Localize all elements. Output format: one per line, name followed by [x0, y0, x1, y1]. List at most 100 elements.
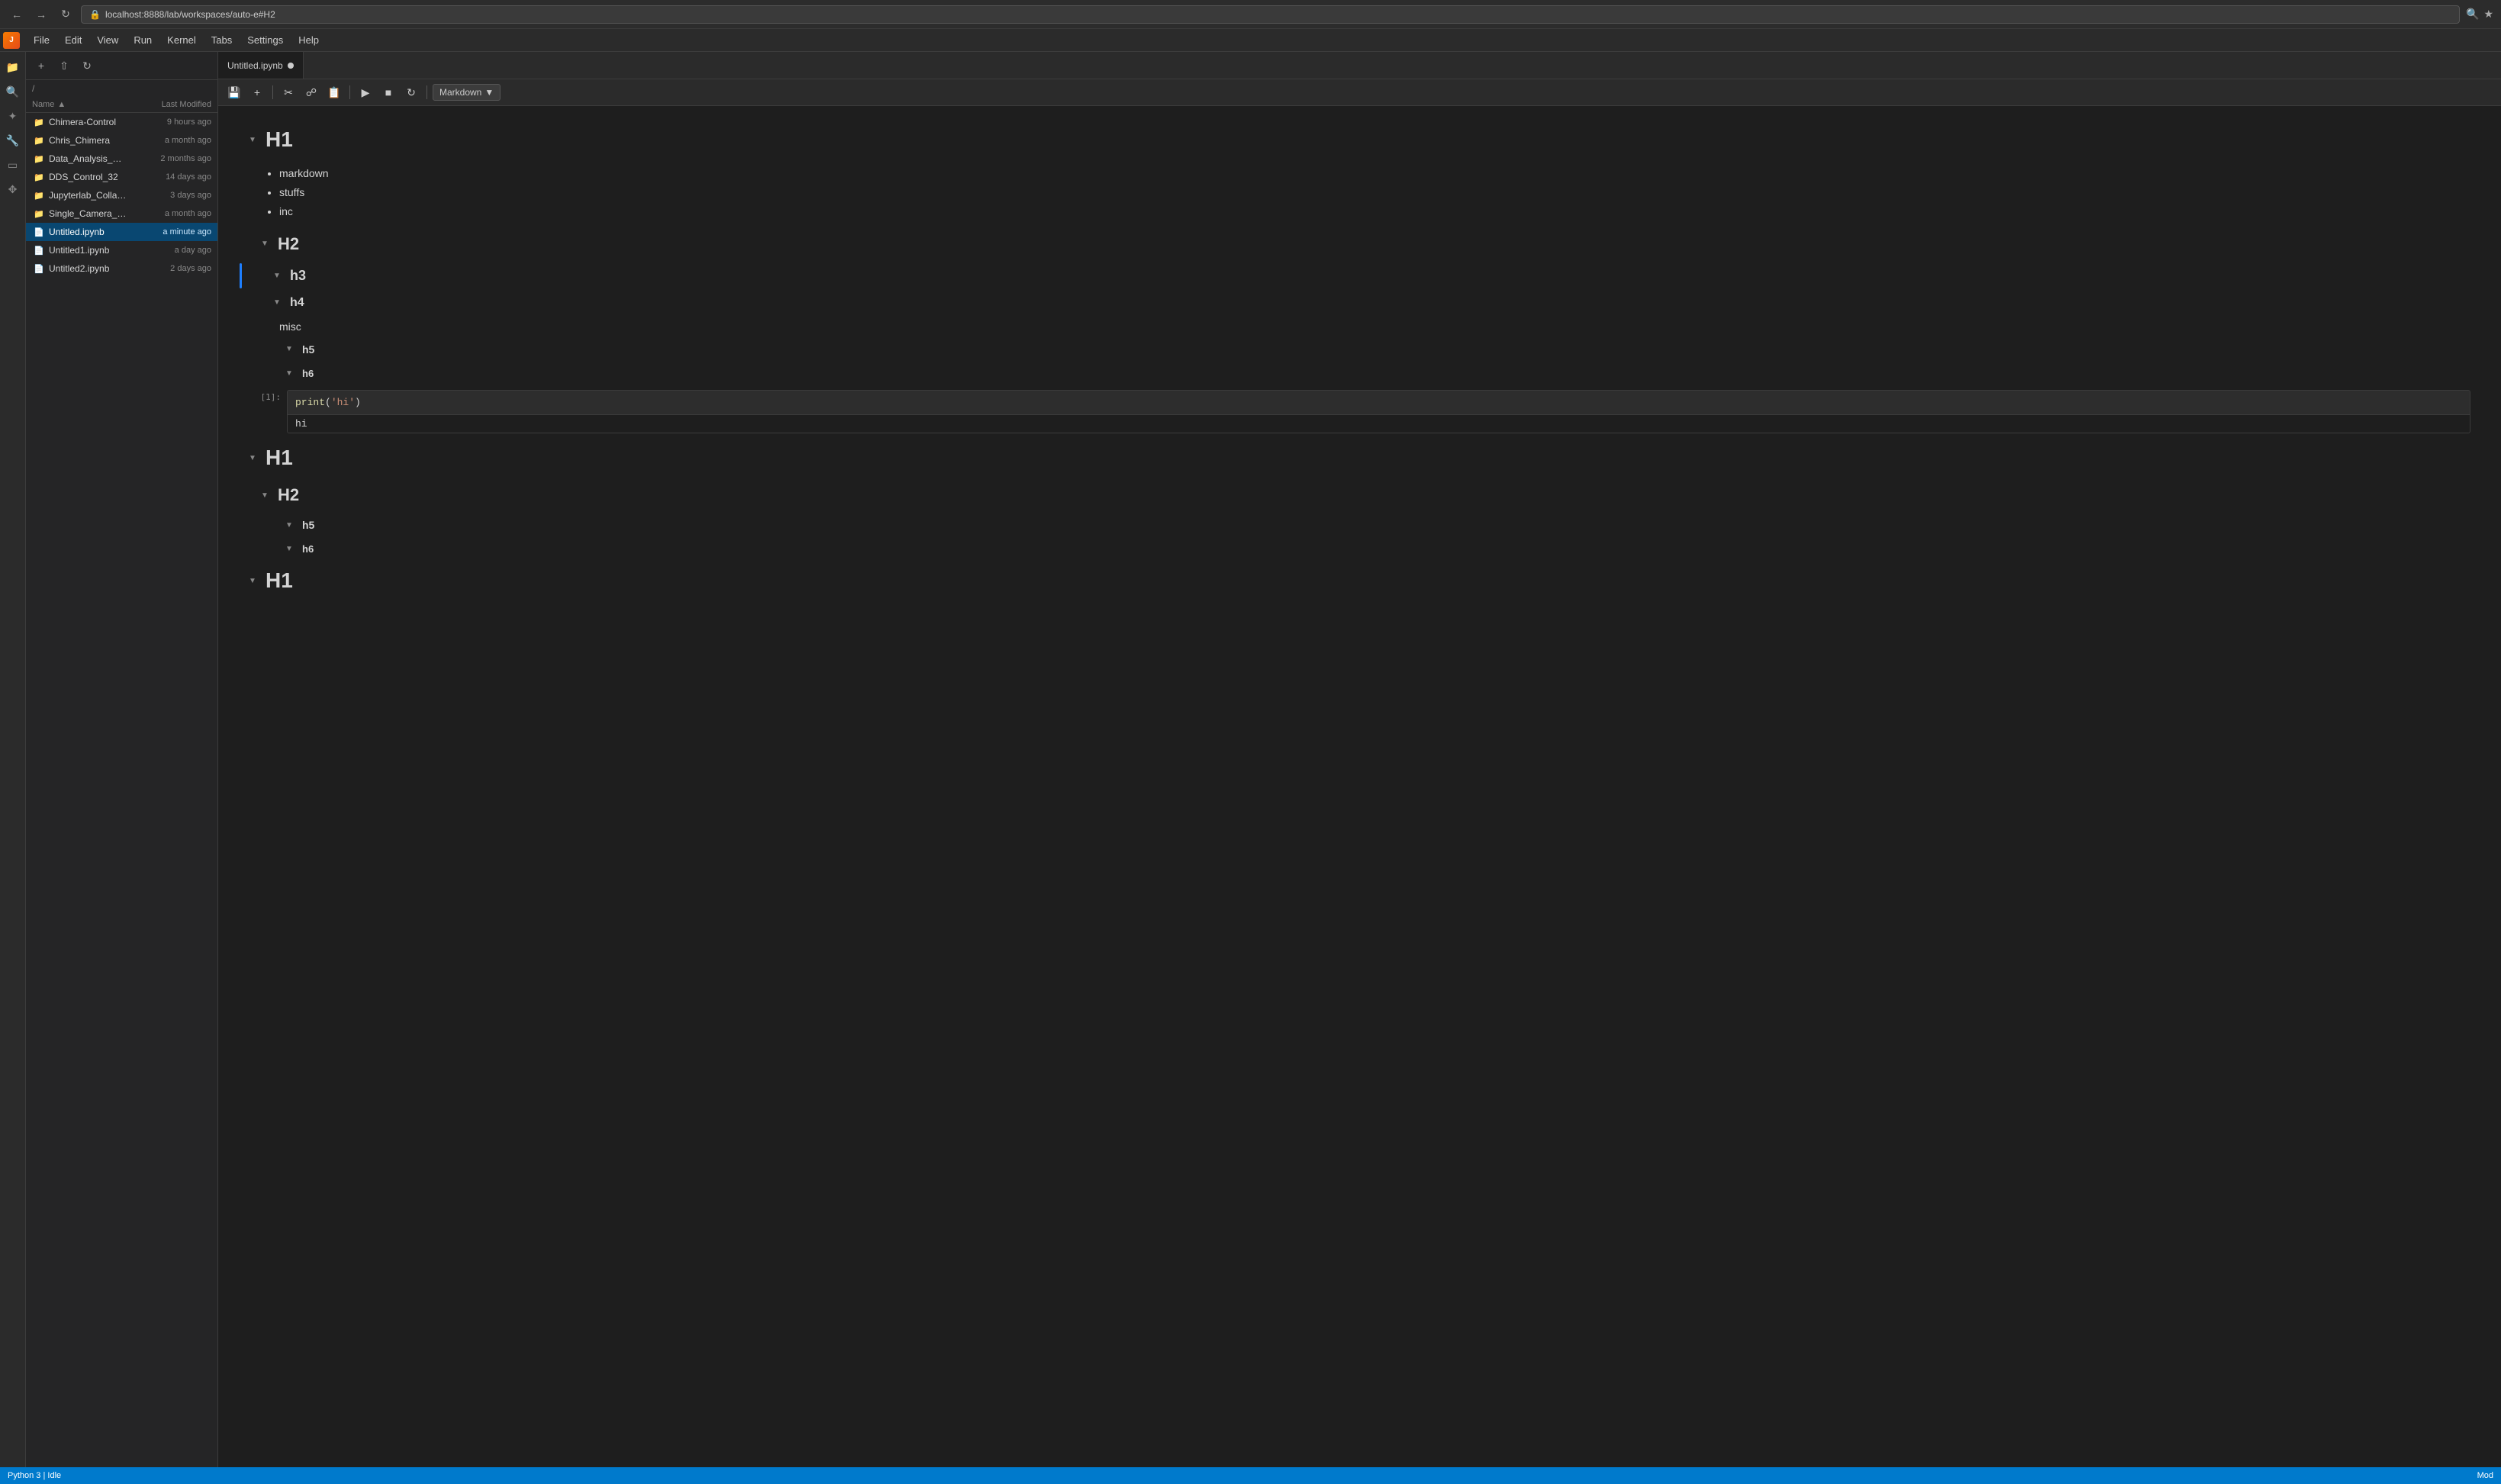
upload-button[interactable]: ⇧: [55, 56, 73, 75]
file-path: /: [26, 80, 217, 97]
sidebar-icon-search[interactable]: 🔍: [2, 81, 24, 102]
folder-icon: 📁: [32, 170, 46, 184]
heading-text: h5: [302, 343, 314, 356]
file-modified: a day ago: [127, 246, 211, 255]
cell-active-bar: [240, 263, 242, 288]
collapse-arrow-icon[interactable]: ▼: [249, 454, 259, 462]
menu-kernel[interactable]: Kernel: [159, 31, 204, 49]
refresh-files-button[interactable]: ↻: [78, 56, 96, 75]
sidebar-icon-tools[interactable]: 🔧: [2, 130, 24, 151]
heading-5: ▼ h5: [249, 339, 2470, 360]
file-name: Single_Camera_Co...: [49, 208, 127, 219]
heading-text: h6: [302, 368, 314, 379]
app-logo: J: [3, 32, 20, 49]
collapse-arrow-icon[interactable]: ▼: [261, 240, 272, 248]
list-item: markdown: [279, 164, 2470, 183]
collapse-arrow-icon[interactable]: ▼: [249, 136, 259, 144]
cut-button[interactable]: ✂: [278, 82, 298, 102]
save-button[interactable]: 💾: [224, 82, 244, 102]
folder-icon: 📁: [32, 134, 46, 147]
run-button[interactable]: ▶: [356, 82, 375, 102]
file-name: Jupyterlab_Collapsi...: [49, 190, 127, 201]
heading-2: ▼ H2: [249, 479, 2470, 511]
code-cell-content[interactable]: print('hi')hi: [287, 390, 2470, 434]
file-name: Untitled.ipynb: [49, 227, 127, 237]
code-string: 'hi': [331, 397, 355, 408]
code-input[interactable]: print('hi'): [288, 391, 2470, 415]
file-modified: a month ago: [127, 209, 211, 218]
restart-button[interactable]: ↻: [401, 82, 421, 102]
file-item[interactable]: 📄Untitled2.ipynb2 days ago: [26, 259, 217, 278]
collapse-arrow-icon[interactable]: ▼: [285, 345, 296, 353]
stop-button[interactable]: ■: [378, 82, 398, 102]
collapse-arrow-icon[interactable]: ▼: [249, 577, 259, 585]
url-text: localhost:8888/lab/workspaces/auto-e#H2: [105, 9, 275, 20]
menu-view[interactable]: View: [89, 31, 126, 49]
paste-button[interactable]: 📋: [324, 82, 344, 102]
file-name: Data_Analysis_Code: [49, 153, 127, 164]
cell-container: ▼h6: [249, 539, 2470, 559]
heading-1: ▼H1: [249, 121, 2470, 158]
notebook-tab[interactable]: Untitled.ipynb: [218, 52, 304, 79]
md-list: markdownstuffsinc: [249, 161, 2470, 225]
collapse-arrow-icon[interactable]: ▼: [261, 491, 272, 500]
heading-1: ▼H1: [249, 562, 2470, 599]
file-item[interactable]: 📄Untitled1.ipynba day ago: [26, 241, 217, 259]
collapse-arrow-icon[interactable]: ▼: [285, 545, 296, 553]
file-item[interactable]: 📁Chris_Chimeraa month ago: [26, 131, 217, 150]
collapse-arrow-icon[interactable]: ▼: [273, 272, 284, 280]
collapse-arrow-icon[interactable]: ▼: [285, 521, 296, 530]
search-icon[interactable]: 🔍: [2466, 8, 2479, 21]
sort-icon: ▲: [57, 100, 66, 109]
url-bar[interactable]: 🔒 localhost:8888/lab/workspaces/auto-e#H…: [81, 5, 2460, 24]
file-item[interactable]: 📁Jupyterlab_Collapsi...3 days ago: [26, 186, 217, 204]
notebook-content[interactable]: ▼H1markdownstuffsinc▼H2▼h3▼h4misc▼h5▼h6[…: [218, 106, 2501, 1467]
file-item[interactable]: 📁DDS_Control_3214 days ago: [26, 168, 217, 186]
collapse-arrow-icon[interactable]: ▼: [285, 369, 296, 378]
add-cell-button[interactable]: +: [247, 82, 267, 102]
back-button[interactable]: ←: [8, 5, 26, 24]
cell-container: ▼H1: [249, 562, 2470, 599]
cell-type-dropdown[interactable]: Markdown ▼: [433, 84, 501, 101]
sidebar-icon-extensions[interactable]: ✥: [2, 179, 24, 200]
menu-edit[interactable]: Edit: [57, 31, 89, 49]
cell-container: ▼H1: [249, 439, 2470, 476]
unsaved-indicator: [288, 63, 294, 69]
file-item[interactable]: 📁Chimera-Control9 hours ago: [26, 113, 217, 131]
code-plain: ): [355, 397, 361, 408]
file-item[interactable]: 📁Single_Camera_Co...a month ago: [26, 204, 217, 223]
folder-icon: 📁: [32, 115, 46, 129]
file-modified: a month ago: [127, 136, 211, 145]
heading-text: h3: [290, 268, 306, 284]
file-modified: 9 hours ago: [127, 117, 211, 127]
refresh-button[interactable]: ↻: [56, 5, 75, 24]
col-modified-header: Last Modified: [127, 100, 211, 109]
notebook-icon: 📄: [32, 262, 46, 275]
cell-container: ▼h4: [249, 291, 2470, 314]
status-bar-right: Mod: [2477, 1471, 2493, 1480]
cell-container: ▼H1: [249, 121, 2470, 158]
copy-button[interactable]: ☍: [301, 82, 321, 102]
collapse-arrow-icon[interactable]: ▼: [273, 298, 284, 307]
sidebar-icon-tabs[interactable]: ▭: [2, 154, 24, 175]
file-item[interactable]: 📁Data_Analysis_Code2 months ago: [26, 150, 217, 168]
file-item[interactable]: 📄Untitled.ipynba minute ago: [26, 223, 217, 241]
cell-type-label: Markdown: [439, 87, 481, 98]
new-folder-button[interactable]: +: [32, 56, 50, 75]
menu-tabs[interactable]: Tabs: [204, 31, 240, 49]
cell-container: ▼H2: [249, 228, 2470, 260]
notebook-area: Untitled.ipynb 💾 + ✂ ☍ 📋 ▶ ■ ↻ Markdown: [218, 52, 2501, 1467]
menu-run[interactable]: Run: [126, 31, 159, 49]
menu-file[interactable]: File: [26, 31, 57, 49]
tab-bar: Untitled.ipynb: [218, 52, 2501, 79]
sidebar-icon-git[interactable]: ✦: [2, 105, 24, 127]
bookmark-icon[interactable]: ★: [2483, 8, 2493, 21]
dropdown-arrow-icon: ▼: [484, 87, 494, 98]
menu-settings[interactable]: Settings: [240, 31, 291, 49]
heading-text: H2: [278, 485, 299, 505]
sidebar-icon-files[interactable]: 📁: [2, 56, 24, 78]
forward-button[interactable]: →: [32, 5, 50, 24]
cell-container: ▼h5: [249, 514, 2470, 536]
app-container: J File Edit View Run Kernel Tabs Setting…: [0, 29, 2501, 1484]
menu-help[interactable]: Help: [291, 31, 327, 49]
